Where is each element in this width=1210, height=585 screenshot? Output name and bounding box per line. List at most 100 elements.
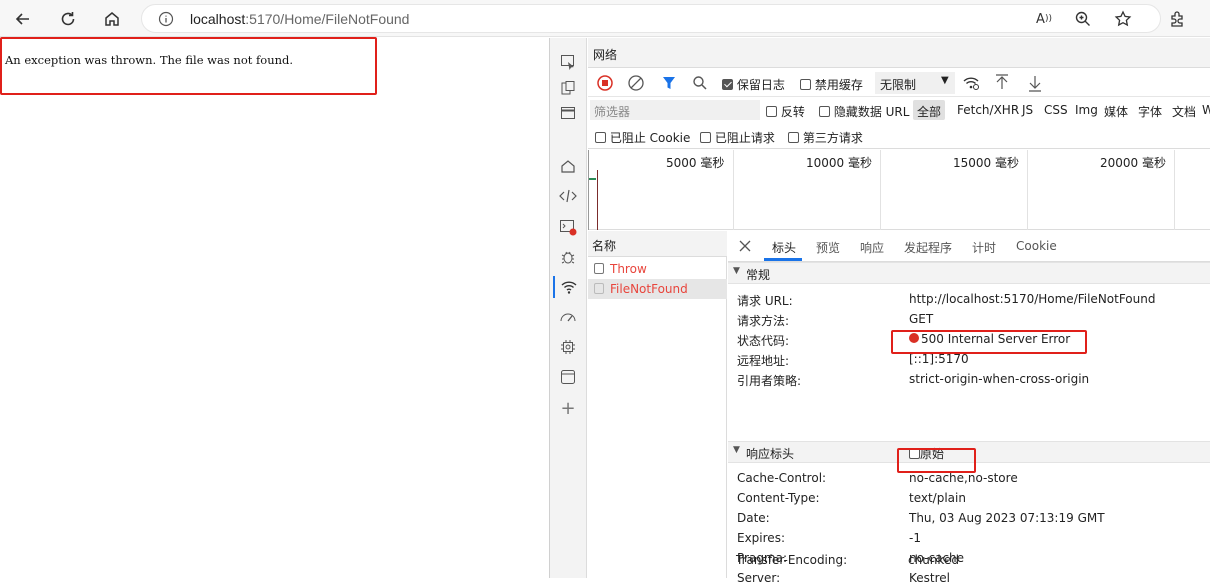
timeline-divider	[1174, 150, 1175, 230]
device-emulation-icon[interactable]	[557, 77, 579, 99]
filter-type-all[interactable]: 全部	[913, 100, 945, 120]
tab-cookies[interactable]: Cookie	[1016, 239, 1057, 253]
filter-funnel-icon[interactable]	[661, 75, 677, 94]
tab-headers[interactable]: 标头	[772, 239, 796, 256]
preserve-log-checkbox[interactable]: 保留日志	[722, 76, 785, 93]
tab-initiator[interactable]: 发起程序	[904, 239, 952, 256]
tab-preview[interactable]: 预览	[816, 239, 840, 256]
detail-tabs: 标头 预览 响应 发起程序 计时 Cookie	[728, 231, 1210, 262]
search-icon[interactable]	[692, 75, 708, 94]
timeline-divider	[733, 150, 734, 230]
general-key: 状态代码:	[737, 334, 790, 348]
address-bar[interactable]: localhost:5170/Home/FileNotFound	[141, 4, 1161, 33]
hide-data-urls-checkbox[interactable]: 隐藏数据 URL	[819, 103, 909, 120]
highlight-box-content-type	[897, 448, 976, 473]
filter-bar: 筛选器 反转 隐藏数据 URL 全部 Fetch/XHR JS CSS Img …	[588, 98, 1210, 122]
preserve-log-checkbox-box[interactable]	[722, 79, 733, 90]
timeline-request-bar	[589, 178, 596, 180]
blocked-cookies-checkbox[interactable]: 已阻止 Cookie	[595, 129, 690, 146]
console-error-icon[interactable]	[557, 216, 579, 238]
filter-type-font[interactable]: 字体	[1138, 103, 1162, 120]
tab-timing[interactable]: 计时	[972, 239, 996, 256]
filter-type-img[interactable]: Img	[1075, 103, 1098, 117]
welcome-home-icon[interactable]	[557, 155, 579, 177]
disable-cache-checkbox[interactable]: 禁用缓存	[800, 76, 863, 93]
response-header-value: no-cache,no-store	[909, 471, 1018, 485]
blocked-cookies-label: 已阻止 Cookie	[609, 131, 691, 145]
general-section-header[interactable]: ▼ 常规	[728, 262, 1210, 284]
general-value: strict-origin-when-cross-origin	[909, 372, 1090, 386]
request-detail-pane: 标头 预览 响应 发起程序 计时 Cookie ▼ 常规 请求 URL: htt…	[728, 231, 1210, 585]
network-conditions-icon[interactable]	[962, 75, 980, 94]
blocked-requests-checkbox-box[interactable]	[700, 132, 711, 143]
info-icon[interactable]	[158, 11, 174, 30]
elements-code-icon[interactable]	[557, 185, 579, 207]
request-list-header[interactable]: 名称	[588, 231, 727, 257]
third-party-checkbox-box[interactable]	[788, 132, 799, 143]
dock-icon[interactable]	[557, 102, 579, 124]
filter-type-media[interactable]: 媒体	[1104, 103, 1128, 120]
filter-type-js[interactable]: JS	[1022, 103, 1033, 117]
network-wifi-icon[interactable]	[553, 276, 583, 298]
filter-type-doc[interactable]: 文档	[1172, 103, 1196, 120]
general-value: GET	[909, 312, 934, 326]
import-har-upload-icon[interactable]	[994, 74, 1010, 95]
invert-checkbox[interactable]: 反转	[766, 103, 805, 120]
debugger-bug-icon[interactable]	[557, 246, 579, 268]
third-party-label: 第三方请求	[802, 131, 863, 145]
third-party-checkbox[interactable]: 第三方请求	[788, 129, 863, 146]
disable-cache-checkbox-box[interactable]	[800, 79, 811, 90]
record-stop-icon[interactable]	[597, 75, 613, 94]
document-icon	[594, 263, 604, 274]
invert-checkbox-box[interactable]	[766, 106, 777, 117]
back-icon[interactable]	[11, 7, 35, 31]
filter-input[interactable]: 筛选器	[590, 100, 760, 120]
request-list: 名称 Throw FileNotFound	[588, 231, 727, 578]
network-toolbar: 保留日志 禁用缓存 无限制 ▼	[588, 69, 1210, 97]
add-tool-plus-icon[interactable]: +	[557, 397, 579, 419]
extensions-icon[interactable]	[1165, 7, 1189, 31]
hide-data-urls-label: 隐藏数据 URL	[833, 105, 910, 119]
zoom-icon[interactable]	[1071, 7, 1095, 31]
response-header-key: Expires:	[737, 531, 785, 545]
response-header-key: Date:	[737, 511, 770, 525]
favorite-star-icon[interactable]	[1111, 7, 1135, 31]
export-har-download-icon[interactable]	[1027, 74, 1043, 95]
throttle-select[interactable]: 无限制 ▼	[875, 72, 955, 94]
filter-type-css[interactable]: CSS	[1044, 103, 1068, 117]
refresh-icon[interactable]	[56, 7, 80, 31]
close-icon[interactable]	[738, 239, 752, 256]
memory-chip-icon[interactable]	[557, 336, 579, 358]
response-header-key: Content-Type:	[737, 491, 820, 505]
filter-type-fetch-xhr[interactable]: Fetch/XHR	[957, 103, 1019, 117]
preserve-log-label: 保留日志	[736, 78, 785, 92]
response-header-value: Kestrel	[909, 571, 950, 585]
blocked-cookies-checkbox-box[interactable]	[595, 132, 606, 143]
performance-gauge-icon[interactable]	[557, 306, 579, 328]
browser-toolbar: localhost:5170/Home/FileNotFound A))	[0, 0, 1210, 37]
request-row-filenotfound[interactable]: FileNotFound	[588, 279, 727, 299]
timeline-divider	[1027, 150, 1028, 230]
tab-response[interactable]: 响应	[860, 239, 884, 256]
blocked-requests-checkbox[interactable]: 已阻止请求	[700, 129, 775, 146]
throttle-select-value: 无限制	[880, 78, 917, 92]
timeline-load-marker	[597, 170, 598, 230]
read-aloud-icon[interactable]: A))	[1032, 7, 1056, 31]
filter-type-ws[interactable]: W	[1202, 103, 1210, 117]
hide-data-urls-checkbox-box[interactable]	[819, 106, 830, 117]
inspect-element-icon[interactable]	[557, 51, 579, 73]
content-type-value: text/plain	[909, 491, 966, 505]
filter-bar-secondary: 已阻止 Cookie 已阻止请求 第三方请求	[588, 123, 1210, 149]
clear-icon[interactable]	[628, 75, 644, 94]
url-text: localhost:5170/Home/FileNotFound	[190, 11, 410, 27]
dropdown-arrow-icon: ▼	[941, 75, 949, 86]
filter-type-all-label: 全部	[917, 105, 942, 119]
application-panel-icon[interactable]	[557, 366, 579, 388]
response-headers-title: 响应标头	[746, 447, 795, 461]
home-icon[interactable]	[100, 7, 124, 31]
active-tab-indicator	[764, 258, 802, 261]
request-row-throw[interactable]: Throw	[588, 259, 727, 279]
expand-triangle-icon: ▼	[733, 445, 740, 455]
network-timeline-overview[interactable]: 5000 毫秒 10000 毫秒 15000 毫秒 20000 毫秒	[588, 150, 1210, 230]
general-key: 引用者策略:	[737, 374, 802, 388]
